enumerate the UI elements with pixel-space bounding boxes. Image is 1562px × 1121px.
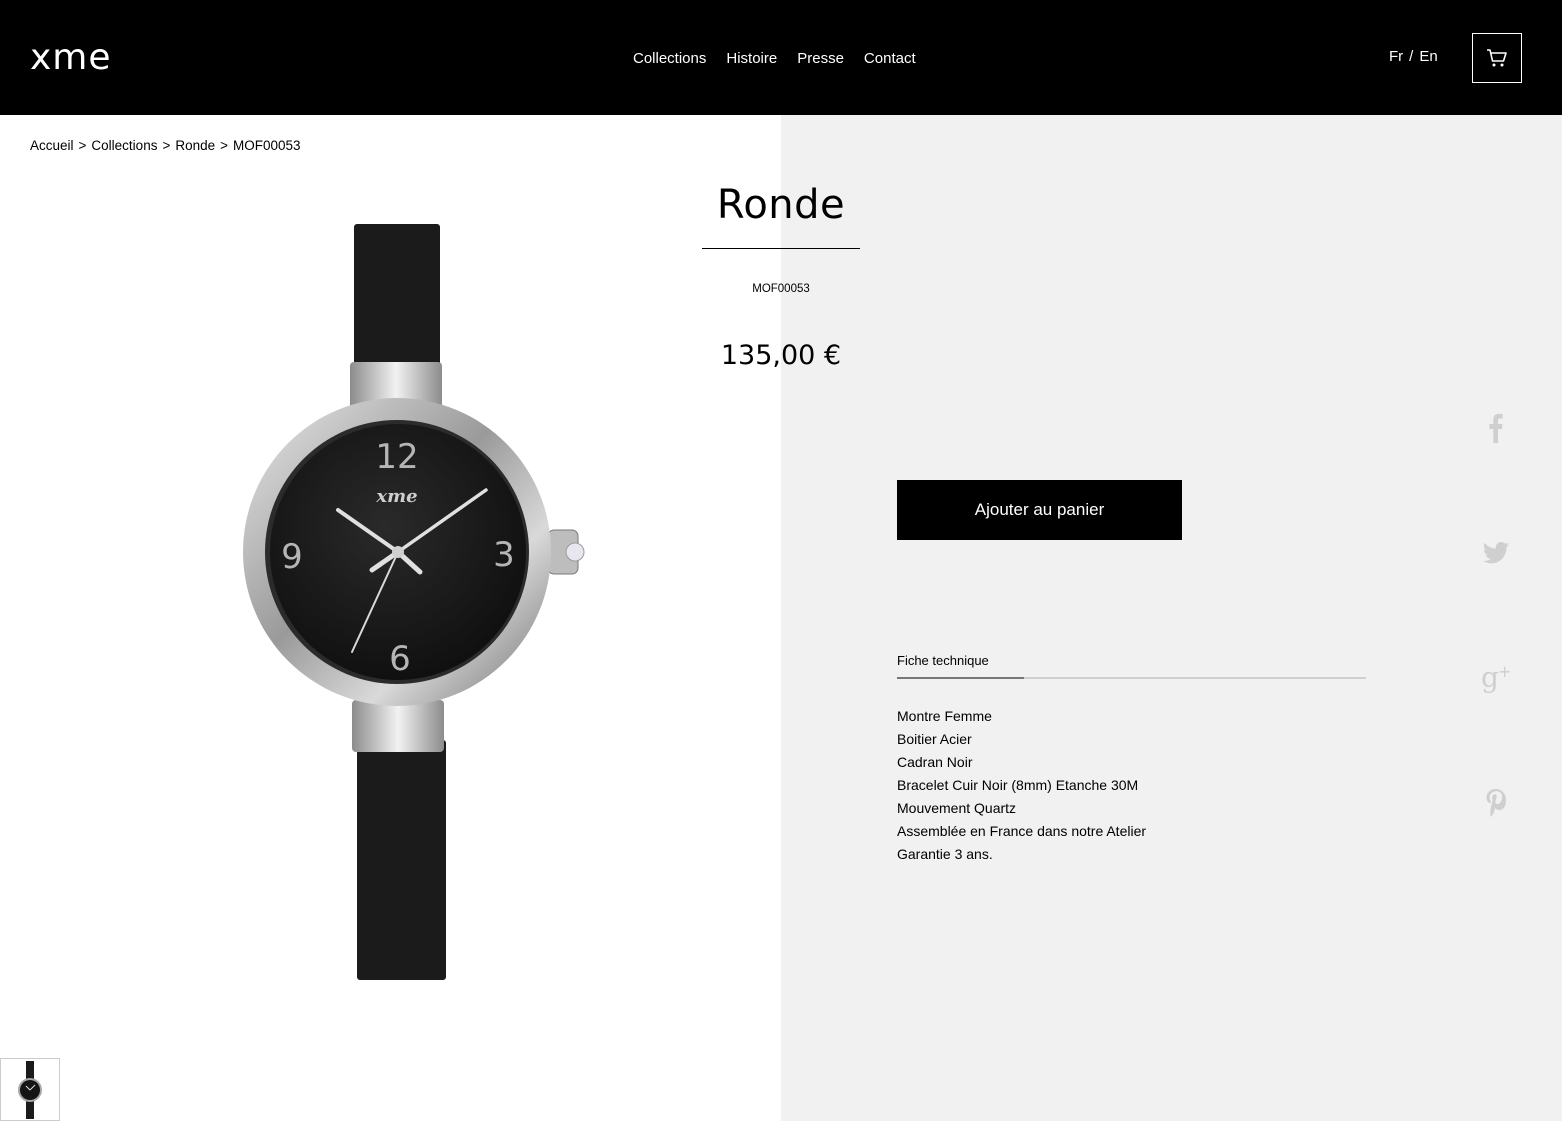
spec-item: Boitier Acier <box>897 731 972 747</box>
facebook-icon <box>1489 413 1503 443</box>
dial-numeral-6: 6 <box>389 639 411 679</box>
spec-list: Montre Femme Boitier Acier Cadran Noir B… <box>897 705 1146 866</box>
cart-button[interactable] <box>1472 33 1522 83</box>
twitter-icon <box>1482 542 1510 564</box>
breadcrumb-separator: > <box>220 138 229 153</box>
spec-item: Assemblée en France dans notre Atelier <box>897 823 1147 839</box>
breadcrumb-collections[interactable]: Collections <box>91 138 157 153</box>
site-header: xme Collections Histoire Presse Contact … <box>0 0 1562 115</box>
nav-presse[interactable]: Presse <box>797 49 844 69</box>
lang-separator: / <box>1409 48 1414 65</box>
add-to-cart-button[interactable]: Ajouter au panier <box>897 480 1182 540</box>
main-nav: Collections Histoire Presse Contact <box>633 49 936 69</box>
facebook-share-button[interactable] <box>1478 410 1514 446</box>
spec-item: Montre Femme <box>897 708 992 724</box>
twitter-share-button[interactable] <box>1478 535 1514 571</box>
shopping-cart-icon <box>1487 49 1507 67</box>
google-plus-share-button[interactable]: g + <box>1478 660 1514 696</box>
tab-underline <box>897 677 1366 679</box>
lang-fr-link[interactable]: Fr <box>1389 47 1403 67</box>
svg-text:g: g <box>1481 663 1499 693</box>
product-price: 135,00 € <box>720 340 842 371</box>
pinterest-share-button[interactable] <box>1478 785 1514 821</box>
dial-numeral-3: 3 <box>493 535 515 575</box>
product-image[interactable]: 12 3 6 9 xme <box>0 180 781 990</box>
dial-brand-logo: xme <box>375 486 417 507</box>
nav-histoire[interactable]: Histoire <box>726 49 777 69</box>
product-tabs: Fiche technique <box>897 652 1366 679</box>
nav-collections[interactable]: Collections <box>633 49 706 69</box>
product-details-panel <box>781 115 1562 1121</box>
breadcrumb-separator: > <box>78 138 87 153</box>
spec-item: Garantie 3 ans. <box>897 846 993 862</box>
spec-item: Bracelet Cuir Noir (8mm) Etanche 30M <box>897 777 1139 793</box>
product-sku: MOF00053 <box>752 283 810 295</box>
breadcrumb: Accueil > Collections > Ronde > MOF00053 <box>30 137 301 155</box>
spec-item: Mouvement Quartz <box>897 800 1017 816</box>
breadcrumb-ronde[interactable]: Ronde <box>175 138 215 153</box>
tab-fiche-technique[interactable]: Fiche technique <box>897 652 1366 670</box>
breadcrumb-separator: > <box>162 138 171 153</box>
watch-illustration: 12 3 6 9 xme <box>243 224 585 980</box>
site-logo[interactable]: xme <box>30 38 112 78</box>
language-switcher: Fr / En <box>1389 47 1438 67</box>
lang-en-link[interactable]: En <box>1419 47 1437 67</box>
spec-item: Cadran Noir <box>897 754 973 770</box>
breadcrumb-current: MOF00053 <box>233 138 301 153</box>
nav-contact[interactable]: Contact <box>864 49 916 69</box>
title-divider <box>702 248 860 249</box>
tab-active-indicator <box>897 677 1024 679</box>
product-thumbnail[interactable] <box>0 1058 60 1121</box>
dial-numeral-9: 9 <box>281 537 303 577</box>
pinterest-icon <box>1486 789 1506 817</box>
watch-thumbnail-image <box>18 1060 42 1119</box>
svg-text:+: + <box>1498 663 1511 681</box>
dial-numeral-12: 12 <box>375 437 418 477</box>
breadcrumb-accueil[interactable]: Accueil <box>30 138 74 153</box>
product-title: Ronde <box>716 182 846 228</box>
google-plus-icon: g + <box>1481 663 1511 693</box>
